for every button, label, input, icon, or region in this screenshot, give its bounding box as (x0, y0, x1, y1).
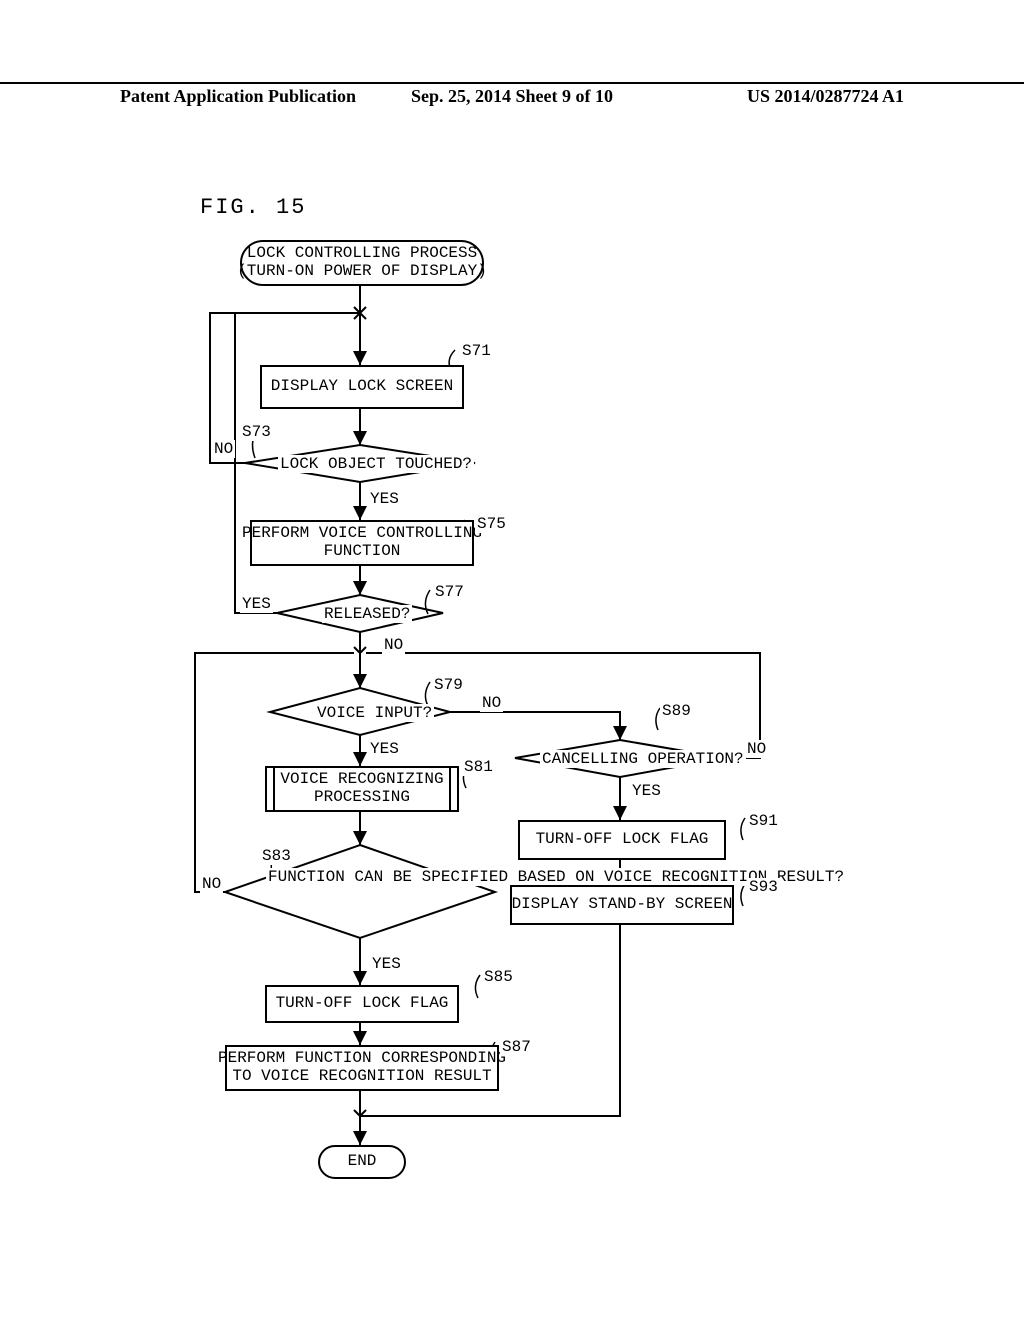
flow-s77: RELEASED? (322, 605, 412, 623)
flow-s89: CANCELLING OPERATION? (540, 750, 746, 768)
branch-no: NO (200, 875, 223, 893)
flow-s81: VOICE RECOGNIZING PROCESSING (265, 766, 459, 812)
step-label-s83: S83 (260, 847, 293, 865)
flow-s73: LOCK OBJECT TOUCHED? (278, 455, 474, 473)
flowchart-lines (0, 0, 1024, 1320)
step-label-s81: S81 (462, 758, 495, 776)
branch-yes: YES (368, 490, 401, 508)
flow-s93: DISPLAY STAND-BY SCREEN (510, 885, 734, 925)
flow-s75: PERFORM VOICE CONTROLLING FUNCTION (250, 520, 474, 566)
step-label-s85: S85 (482, 968, 515, 986)
step-label-s89: S89 (660, 702, 693, 720)
flow-s79: VOICE INPUT? (315, 704, 434, 722)
flowchart: LOCK CONTROLLING PROCESS (TURN-ON POWER … (0, 0, 1024, 1320)
step-label-s91: S91 (747, 812, 780, 830)
step-label-s77: S77 (433, 583, 466, 601)
flow-end: END (318, 1145, 406, 1179)
branch-no: NO (480, 694, 503, 712)
branch-no: NO (212, 440, 235, 458)
branch-no: NO (382, 636, 405, 654)
step-label-s75: S75 (475, 515, 508, 533)
step-label-s93: S93 (747, 878, 780, 896)
branch-yes: YES (368, 740, 401, 758)
flow-s87: PERFORM FUNCTION CORRESPONDING TO VOICE … (225, 1045, 499, 1091)
step-label-s73: S73 (240, 423, 273, 441)
branch-yes: YES (370, 955, 403, 973)
branch-no: NO (745, 740, 768, 758)
branch-yes: YES (630, 782, 663, 800)
flow-s91: TURN-OFF LOCK FLAG (518, 820, 726, 860)
step-label-s71: S71 (460, 342, 493, 360)
flow-start: LOCK CONTROLLING PROCESS (TURN-ON POWER … (240, 240, 484, 286)
flow-s71: DISPLAY LOCK SCREEN (260, 365, 464, 409)
flow-s85: TURN-OFF LOCK FLAG (265, 985, 459, 1023)
step-label-s87: S87 (500, 1038, 533, 1056)
step-label-s79: S79 (432, 676, 465, 694)
branch-yes: YES (240, 595, 273, 613)
